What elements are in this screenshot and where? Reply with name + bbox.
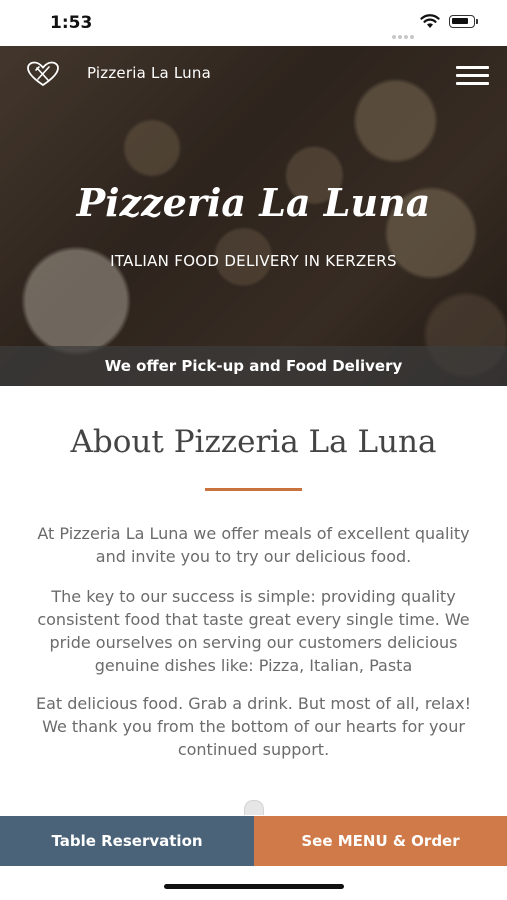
hero-subtitle: ITALIAN FOOD DELIVERY IN KERZERS bbox=[110, 252, 397, 270]
signal-icon bbox=[392, 24, 416, 43]
header-brand[interactable]: Pizzeria La Luna bbox=[87, 64, 211, 82]
scroll-to-top-handle[interactable] bbox=[244, 800, 264, 815]
hamburger-menu-icon[interactable] bbox=[456, 66, 489, 86]
status-time: 1:53 bbox=[50, 13, 93, 33]
about-title: About Pizzeria La Luna bbox=[70, 424, 437, 460]
about-paragraph: At Pizzeria La Luna we offer meals of ex… bbox=[37, 524, 470, 566]
hero-title: Pizzeria La Luna bbox=[76, 180, 431, 225]
bottom-action-bar: Table Reservation See MENU & Order bbox=[0, 816, 507, 866]
hero-banner: Pizzeria La Luna Pizzeria La Luna ITALIA… bbox=[0, 46, 507, 386]
offer-banner: We offer Pick-up and Food Delivery bbox=[0, 346, 507, 386]
table-reservation-button[interactable]: Table Reservation bbox=[0, 816, 254, 866]
home-indicator[interactable] bbox=[164, 884, 344, 889]
wifi-icon bbox=[420, 14, 440, 28]
about-paragraph: Eat delicious food. Grab a drink. But mo… bbox=[35, 694, 472, 759]
fork-knife-heart-icon[interactable] bbox=[26, 61, 60, 87]
battery-icon bbox=[449, 15, 478, 28]
about-paragraph: The key to our success is simple: provid… bbox=[37, 587, 470, 675]
title-divider bbox=[205, 488, 302, 491]
see-menu-order-button[interactable]: See MENU & Order bbox=[254, 816, 507, 866]
status-bar: 1:53 bbox=[0, 0, 507, 46]
